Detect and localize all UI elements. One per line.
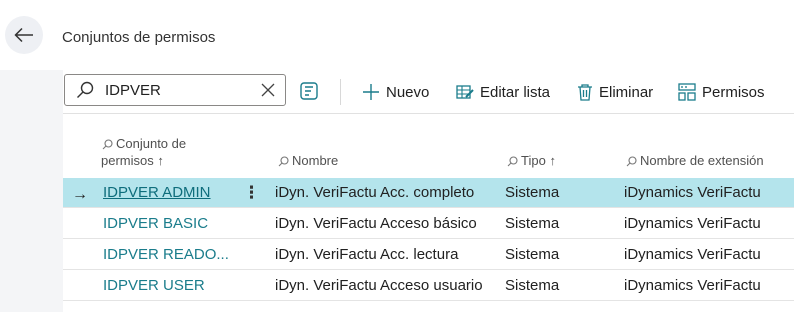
- current-row-arrow-icon: →: [72, 186, 88, 203]
- delete-button-label: Eliminar: [599, 83, 654, 101]
- back-button[interactable]: [5, 16, 43, 54]
- extension-name: iDynamics VeriFactu: [624, 277, 761, 294]
- filter-pane-icon[interactable]: [300, 82, 318, 100]
- search-icon: [77, 81, 94, 98]
- permission-set-name: iDyn. VeriFactu Acc. lectura: [275, 246, 459, 263]
- table-row[interactable]: → IDPVER ADMIN ⋮ iDyn. VeriFactu Acc. co…: [63, 178, 794, 208]
- sort-ascending-icon: ↑: [549, 153, 556, 168]
- permission-set-code[interactable]: IDPVER USER: [103, 277, 205, 294]
- extension-name: iDynamics VeriFactu: [624, 246, 761, 263]
- row-actions-menu-icon[interactable]: ⋮: [243, 183, 260, 203]
- column-header-extension-label: Nombre de extensión: [640, 153, 764, 168]
- permission-set-type: Sistema: [505, 277, 560, 294]
- table-row[interactable]: IDPVER USER iDyn. VeriFactu Acceso usuar…: [63, 271, 794, 301]
- permission-set-code[interactable]: IDPVER ADMIN: [103, 184, 211, 201]
- column-header-type-label: Tipo: [521, 153, 546, 168]
- search-input[interactable]: [105, 79, 245, 101]
- extension-name: iDynamics VeriFactu: [624, 184, 761, 201]
- edit-list-button-label: Editar lista: [480, 83, 551, 101]
- permission-set-type: Sistema: [505, 184, 560, 201]
- permission-set-name: iDyn. VeriFactu Acceso usuario: [275, 277, 483, 294]
- column-header-code-line2: permisos: [101, 153, 154, 168]
- trash-icon: [578, 84, 592, 101]
- column-header-name-label: Nombre: [292, 153, 339, 168]
- new-button-label: Nuevo: [386, 83, 430, 101]
- permissions-button-label: Permisos: [702, 83, 765, 101]
- column-header-name[interactable]: Nombre: [278, 152, 338, 169]
- column-header-extension[interactable]: Nombre de extensión: [626, 152, 764, 169]
- clear-icon[interactable]: [261, 83, 275, 97]
- extension-name: iDynamics VeriFactu: [624, 215, 761, 232]
- permission-set-type: Sistema: [505, 215, 560, 232]
- search-icon: [507, 156, 518, 167]
- page-title: Conjuntos de permisos: [62, 29, 216, 46]
- edit-list-button[interactable]: Editar lista: [456, 81, 550, 103]
- search-icon: [626, 156, 637, 167]
- permission-set-name: iDyn. VeriFactu Acc. completo: [275, 184, 475, 201]
- permission-set-code[interactable]: IDPVER BASIC: [103, 215, 208, 232]
- sort-ascending-icon: ↑: [157, 153, 164, 168]
- arrow-left-icon: [14, 27, 33, 43]
- new-button[interactable]: Nuevo: [362, 81, 429, 103]
- permissions-button[interactable]: Permisos: [678, 81, 765, 103]
- toolbar-divider-line: [63, 113, 794, 114]
- permission-set-name: iDyn. VeriFactu Acceso básico: [275, 215, 477, 232]
- table-row[interactable]: IDPVER READO... iDyn. VeriFactu Acc. lec…: [63, 240, 794, 270]
- table-row[interactable]: IDPVER BASIC iDyn. VeriFactu Acceso bási…: [63, 209, 794, 239]
- permission-set-code[interactable]: IDPVER READO...: [103, 246, 229, 263]
- delete-button[interactable]: Eliminar: [577, 81, 653, 103]
- column-header-type[interactable]: Tipo ↑: [507, 152, 556, 169]
- plus-icon: [363, 84, 379, 100]
- toolbar-divider: [340, 79, 341, 105]
- search-box[interactable]: [64, 74, 286, 106]
- column-header-code[interactable]: Conjunto de permisos ↑: [101, 135, 187, 169]
- permissions-icon: [678, 83, 696, 101]
- search-icon: [278, 156, 289, 167]
- permission-set-type: Sistema: [505, 246, 560, 263]
- column-header-code-line1: Conjunto de: [116, 136, 187, 151]
- edit-list-icon: [456, 85, 474, 99]
- search-icon: [102, 139, 113, 150]
